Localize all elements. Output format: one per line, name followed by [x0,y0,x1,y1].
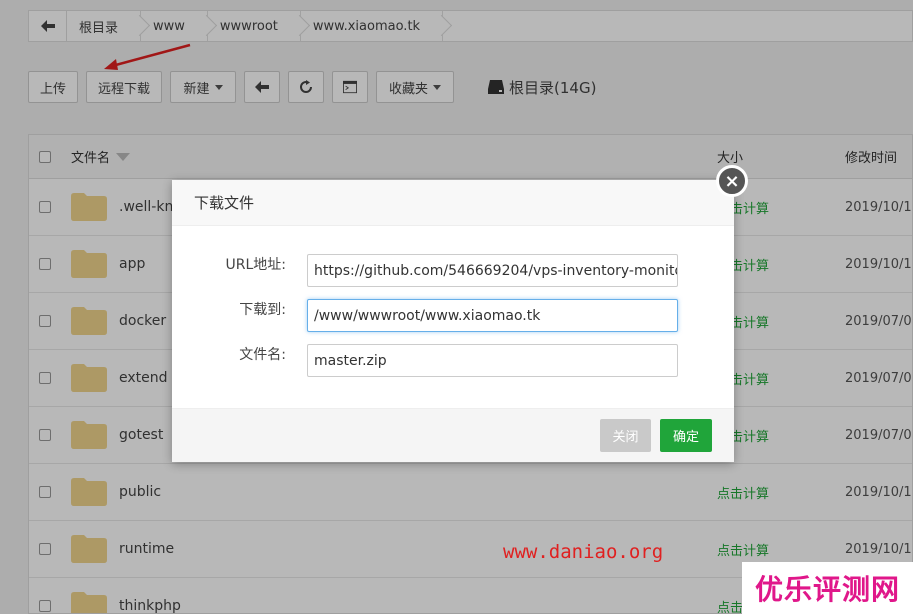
download-file-dialog: 下载文件 URL地址: https://github.com/546669204… [172,180,734,462]
url-input[interactable]: https://github.com/546669204/vps-invento… [307,254,678,287]
watermark-text: www.daniao.org [503,541,664,563]
dialog-title: 下载文件 [172,180,734,226]
site-logo: 优乐评测网 [742,562,913,614]
dialog-footer: 关闭 确定 [172,408,734,462]
confirm-button[interactable]: 确定 [660,419,712,452]
destination-label: 下载到: [239,302,286,318]
filename-input[interactable]: master.zip [307,344,678,377]
dialog-close-icon[interactable]: × [716,165,748,197]
url-label: URL地址: [225,257,287,273]
filename-label: 文件名: [239,347,286,363]
close-button[interactable]: 关闭 [600,419,651,452]
destination-row: 下载到: /www/wwwroot/www.xiaomao.tk [172,299,678,332]
filename-row: 文件名: master.zip [172,344,678,377]
destination-input[interactable]: /www/wwwroot/www.xiaomao.tk [307,299,678,332]
url-row: URL地址: https://github.com/546669204/vps-… [172,254,678,287]
